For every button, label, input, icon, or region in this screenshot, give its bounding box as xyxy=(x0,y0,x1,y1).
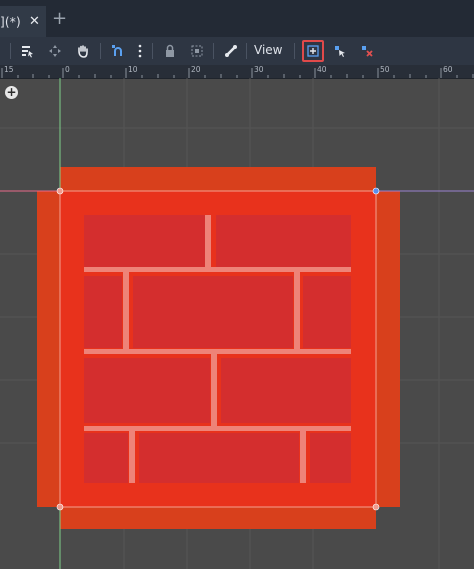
toolbar-separator xyxy=(152,43,153,59)
tab-title: ](*) xyxy=(0,15,21,29)
scene-tab[interactable]: ](*) ✕ xyxy=(0,6,46,37)
ruler-label: 20 xyxy=(191,65,201,74)
lock-icon[interactable] xyxy=(160,41,180,61)
anchor-add-icon[interactable] xyxy=(302,40,324,62)
handle-bottom-left xyxy=(56,503,64,511)
ruler-label: 60 xyxy=(443,65,453,74)
group-icon[interactable] xyxy=(187,41,207,61)
toolbar-separator xyxy=(246,43,247,59)
horizontal-ruler[interactable]: 15 0 10 20 30 40 50 60 xyxy=(0,65,474,79)
handle-top-left xyxy=(56,187,64,195)
canvas-viewport[interactable]: + xyxy=(0,78,474,569)
ruler-label: 30 xyxy=(254,65,264,74)
handle-top-right xyxy=(372,187,380,195)
ruler-label: 15 xyxy=(4,65,14,74)
ruler-label: 40 xyxy=(317,65,327,74)
move-icon[interactable] xyxy=(45,41,65,61)
toolbar-separator xyxy=(294,43,295,59)
view-menu[interactable]: View xyxy=(254,43,282,57)
snap-icon[interactable] xyxy=(108,41,128,61)
toolbar-separator xyxy=(10,43,11,59)
pan-hand-icon[interactable] xyxy=(73,41,93,61)
bone-icon[interactable] xyxy=(221,41,241,61)
ruler-label: 50 xyxy=(380,65,390,74)
toolbar-separator xyxy=(100,43,101,59)
close-icon[interactable]: ✕ xyxy=(29,14,40,29)
node-remove-icon[interactable] xyxy=(357,41,377,61)
toolbar-separator xyxy=(213,43,214,59)
canvas-toolbar: View xyxy=(0,37,474,65)
handle-bottom-right xyxy=(372,503,380,511)
select-list-icon[interactable] xyxy=(17,41,37,61)
ruler-label: 0 xyxy=(65,65,70,74)
more-vert-icon[interactable] xyxy=(130,41,150,61)
canvas-drawing xyxy=(0,78,474,569)
node-cursor-icon[interactable] xyxy=(330,41,350,61)
ruler-ticks xyxy=(1,68,474,78)
ruler-label: 10 xyxy=(128,65,138,74)
tab-bar: ](*) ✕ + xyxy=(0,0,474,37)
add-node-icon[interactable]: + xyxy=(5,86,18,99)
add-tab-icon[interactable]: + xyxy=(52,10,67,28)
